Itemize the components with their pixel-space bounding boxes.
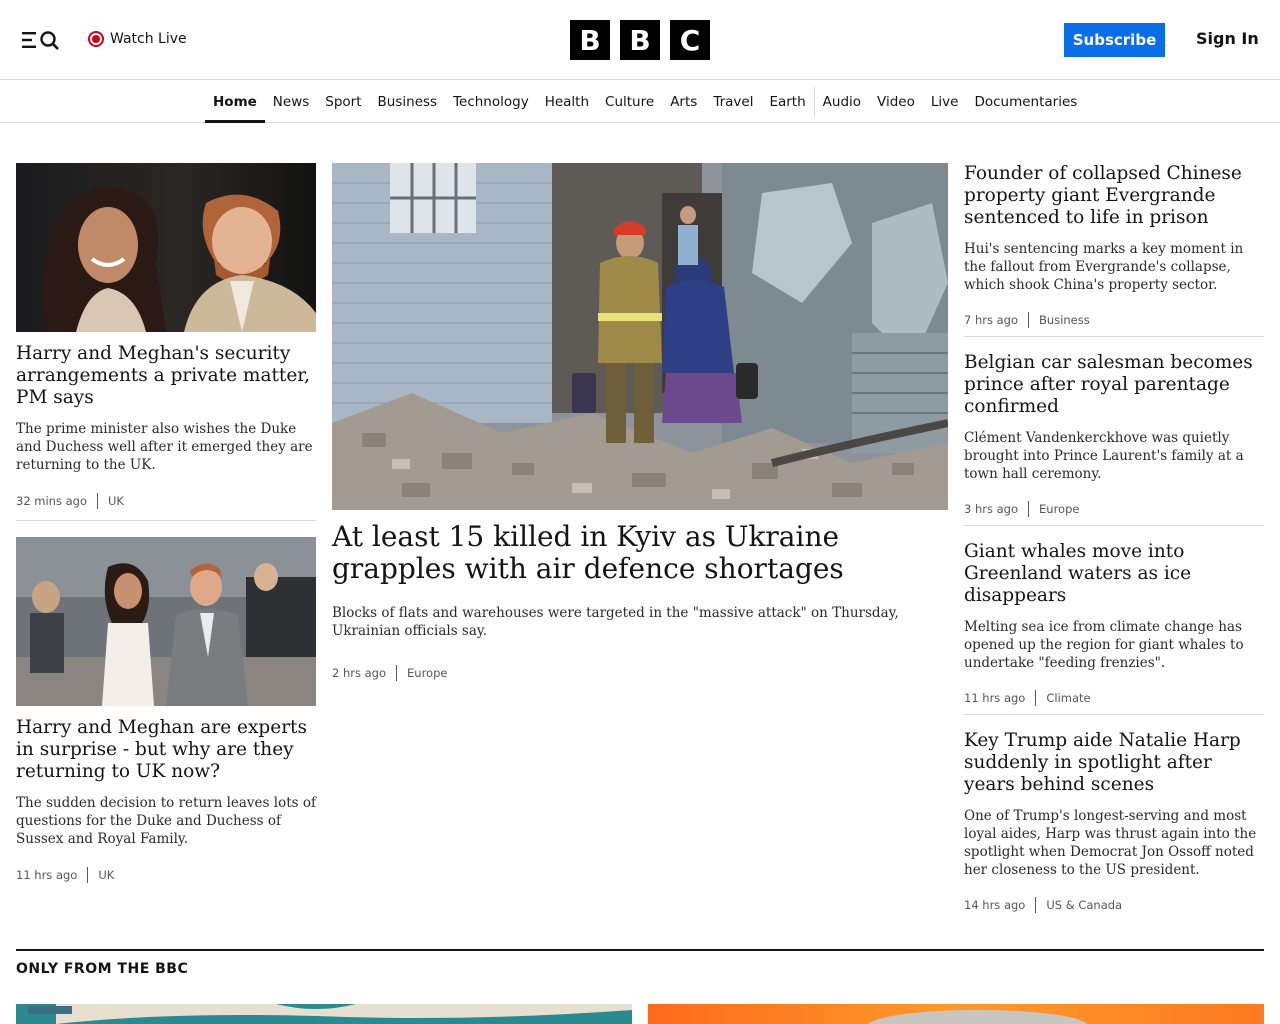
nav-item-live[interactable]: Live (923, 81, 967, 123)
story-meta: 14 hrs ago US & Canada (964, 897, 1264, 913)
menu-search-button[interactable] (20, 28, 62, 52)
story-summary: Clément Vandenkerckhove was quietly brou… (964, 430, 1244, 482)
story-headline[interactable]: Belgian car salesman becomes prince afte… (964, 352, 1264, 418)
bbc-logo[interactable]: B B C (570, 20, 710, 60)
story-timestamp: 11 hrs ago (16, 868, 78, 882)
story-section-link[interactable]: UK (98, 868, 114, 882)
story-meta: 11 hrs ago UK (16, 867, 316, 883)
nav-item-arts[interactable]: Arts (662, 81, 705, 123)
story-summary: The prime minister also wishes the Duke … (16, 421, 313, 473)
story-card[interactable]: Belgian car salesman becomes prince afte… (964, 352, 1264, 517)
nav-item-technology[interactable]: Technology (445, 81, 537, 123)
sign-in-link[interactable]: Sign In (1196, 29, 1259, 48)
meta-divider (87, 867, 89, 883)
subscribe-button[interactable]: Subscribe (1064, 23, 1165, 57)
story-meta: 32 mins ago UK (16, 493, 316, 509)
story-card[interactable]: Founder of collapsed Chinese property gi… (964, 163, 1264, 328)
live-icon (88, 31, 104, 47)
story-image[interactable] (16, 537, 316, 706)
meta-divider (1035, 897, 1037, 913)
center-column: At least 15 killed in Kyiv as Ukraine gr… (332, 163, 948, 681)
nav-list: Home News Sport Business Technology Heal… (205, 81, 1085, 123)
nav-item-health[interactable]: Health (537, 81, 597, 123)
story-divider (16, 520, 316, 521)
story-section-link[interactable]: Climate (1046, 691, 1090, 705)
nav-item-business[interactable]: Business (370, 81, 446, 123)
story-summary: Melting sea ice from climate change has … (964, 619, 1244, 671)
lead-story-image[interactable] (332, 163, 948, 510)
meta-divider (97, 493, 99, 509)
logo-letter-b2: B (620, 20, 660, 60)
story-summary: Hui's sentencing marks a key moment in t… (964, 241, 1244, 293)
main-nav: Home News Sport Business Technology Heal… (0, 81, 1280, 123)
story-section-link[interactable]: Europe (1039, 502, 1079, 516)
story-section-link[interactable]: US & Canada (1046, 898, 1122, 912)
left-column: Harry and Meghan's security arrangements… (16, 163, 316, 883)
story-meta: 7 hrs ago Business (964, 312, 1264, 328)
story-divider (964, 336, 1264, 337)
watch-live-label: Watch Live (110, 31, 187, 47)
nav-item-sport[interactable]: Sport (317, 81, 369, 123)
menu-search-icon (22, 31, 59, 50)
story-headline[interactable]: Founder of collapsed Chinese property gi… (964, 163, 1264, 229)
nav-item-video[interactable]: Video (869, 81, 923, 123)
story-meta: 3 hrs ago Europe (964, 501, 1264, 517)
lead-story-card[interactable]: At least 15 killed in Kyiv as Ukraine gr… (332, 163, 948, 681)
story-timestamp: 14 hrs ago (964, 898, 1026, 912)
logo-letter-c: C (670, 20, 710, 60)
story-summary: The sudden decision to return leaves lot… (16, 795, 316, 847)
meta-divider (1028, 312, 1030, 328)
meta-divider (396, 665, 398, 681)
story-timestamp: 3 hrs ago (964, 502, 1019, 516)
story-headline[interactable]: Harry and Meghan are experts in surprise… (16, 717, 316, 783)
story-meta: 11 hrs ago Climate (964, 690, 1264, 706)
story-timestamp: 11 hrs ago (964, 691, 1026, 705)
story-section-link[interactable]: Business (1039, 313, 1090, 327)
nav-item-culture[interactable]: Culture (597, 81, 662, 123)
story-image[interactable] (16, 1004, 632, 1024)
story-section-link[interactable]: UK (108, 494, 124, 508)
story-image[interactable] (648, 1004, 1264, 1024)
masthead: Watch Live B B C Subscribe Sign In (0, 0, 1280, 80)
story-timestamp: 32 mins ago (16, 494, 88, 508)
story-headline[interactable]: Giant whales move into Greenland waters … (964, 541, 1264, 607)
watch-live-link[interactable]: Watch Live (88, 28, 187, 50)
story-timestamp: 2 hrs ago (332, 666, 387, 680)
story-divider (964, 525, 1264, 526)
story-card[interactable]: Key Trump aide Natalie Harp suddenly in … (964, 730, 1264, 913)
section-title: ONLY FROM THE BBC (16, 961, 189, 977)
section-rule (16, 949, 1264, 951)
story-summary: One of Trump's longest-serving and most … (964, 808, 1257, 878)
nav-item-home[interactable]: Home (205, 81, 265, 123)
story-headline[interactable]: Key Trump aide Natalie Harp suddenly in … (964, 730, 1264, 796)
story-card[interactable]: Harry and Meghan are experts in surprise… (16, 537, 316, 883)
nav-item-audio[interactable]: Audio (815, 81, 869, 123)
lead-story-summary: Blocks of flats and warehouses were targ… (332, 605, 899, 639)
story-meta: 2 hrs ago Europe (332, 665, 948, 681)
story-section-link[interactable]: Europe (407, 666, 447, 680)
meta-divider (1028, 501, 1030, 517)
story-divider (964, 714, 1264, 715)
story-headline[interactable]: Harry and Meghan's security arrangements… (16, 343, 316, 409)
nav-item-documentaries[interactable]: Documentaries (966, 81, 1085, 123)
story-timestamp: 7 hrs ago (964, 313, 1019, 327)
nav-item-news[interactable]: News (265, 81, 317, 123)
lead-story-headline[interactable]: At least 15 killed in Kyiv as Ukraine gr… (332, 521, 948, 585)
right-column: Founder of collapsed Chinese property gi… (964, 163, 1264, 913)
story-card[interactable]: Harry and Meghan's security arrangements… (16, 163, 316, 509)
logo-letter-b1: B (570, 20, 610, 60)
meta-divider (1035, 690, 1037, 706)
nav-item-travel[interactable]: Travel (705, 81, 761, 123)
nav-item-earth[interactable]: Earth (761, 81, 813, 123)
story-image[interactable] (16, 163, 316, 332)
story-card[interactable]: Giant whales move into Greenland waters … (964, 541, 1264, 706)
